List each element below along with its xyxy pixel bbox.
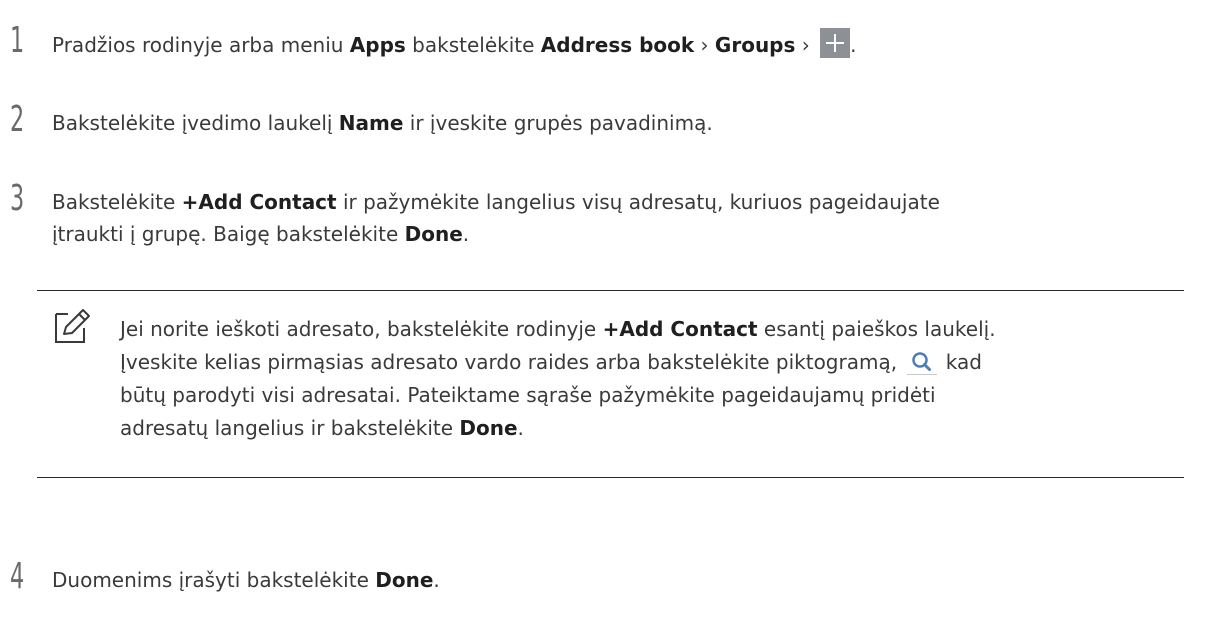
groups-label: Groups — [714, 33, 796, 57]
step-number: 4 — [10, 556, 25, 597]
step-number: 1 — [10, 20, 25, 61]
step-3-line-2: įtraukti į grupę. Baigę bakstelėkite Don… — [52, 222, 470, 246]
step-number: 2 — [10, 99, 25, 140]
done-label: Done — [375, 568, 434, 592]
apps-label: Apps — [349, 33, 406, 57]
note-top-rule — [37, 290, 1184, 291]
step-number: 3 — [10, 178, 25, 219]
add-contact-label: +Add Contact — [602, 317, 758, 341]
note-line-2: Įveskite kelias pirmąsias adresato vardo… — [120, 348, 982, 375]
note-line-4: adresatų langelius ir bakstelėkite Done. — [120, 416, 524, 440]
step-1-text: Pradžios rodinyje arba meniu Apps bakste… — [52, 28, 856, 61]
done-label: Done — [404, 222, 463, 246]
add-contact-label: +Add Contact — [181, 190, 337, 214]
search-icon — [907, 348, 938, 375]
address-book-label: Address book — [540, 33, 695, 57]
plus-icon — [820, 28, 851, 58]
pencil-note-icon — [55, 309, 90, 343]
note-bottom-rule — [37, 477, 1184, 478]
step-3-line-1: Bakstelėkite +Add Contact ir pažymėkite … — [52, 190, 940, 214]
step-4-text: Duomenims įrašyti bakstelėkite Done. — [52, 568, 440, 592]
note-line-3: būtų parodyti visi adresatai. Pateiktame… — [120, 383, 936, 407]
note-line-1: Jei norite ieškoti adresato, bakstelėkit… — [120, 317, 996, 341]
name-field-label: Name — [338, 111, 404, 135]
done-label: Done — [459, 416, 518, 440]
step-2-text: Bakstelėkite įvedimo laukelį Name ir įve… — [52, 111, 713, 135]
